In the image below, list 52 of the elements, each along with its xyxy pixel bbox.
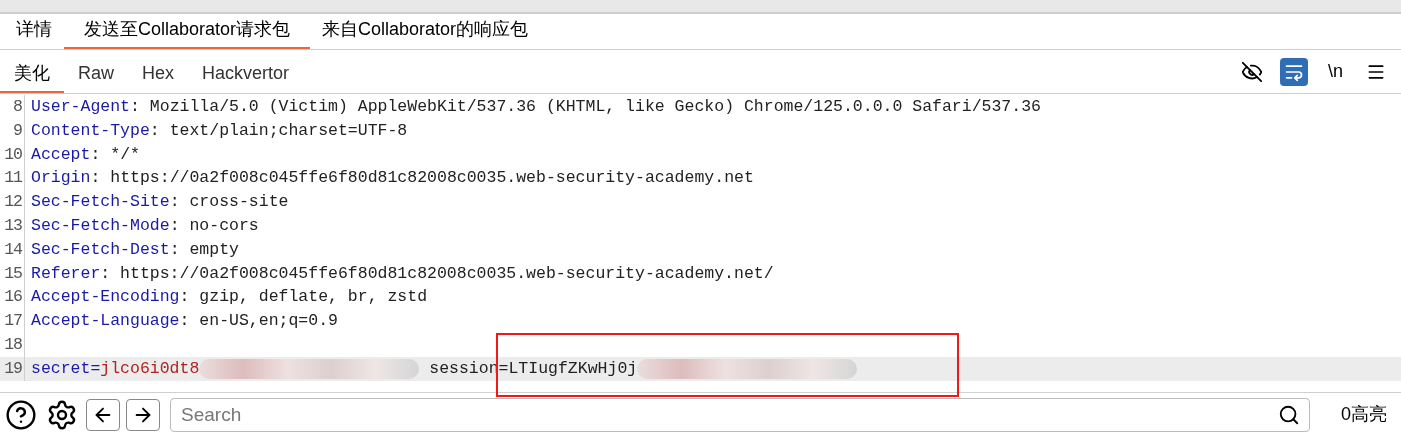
header-name: Accept-Language xyxy=(31,310,180,333)
header-value: : no-cors xyxy=(169,215,259,237)
header-value: : empty xyxy=(169,238,239,261)
back-button[interactable] xyxy=(86,398,120,431)
search-icon xyxy=(1278,403,1300,426)
line-number: 9 xyxy=(12,119,22,142)
header-name: Referer xyxy=(31,262,101,285)
view-tab[interactable]: Hex xyxy=(128,50,189,93)
help-icon xyxy=(5,398,37,431)
header-value: : https://0a2f008c045ffe6f80d81c82008c0035.web-security-academy.net xyxy=(90,167,754,190)
header-value: : https://0a2f008c045ffe6f80d81c82008c0035.web-security-academy.net/ xyxy=(100,262,774,285)
view-tab[interactable]: Raw xyxy=(64,50,128,93)
header-value: : gzip, deflate, br, zstd xyxy=(179,286,428,309)
help-button[interactable] xyxy=(4,397,38,432)
header-name: Sec-Fetch-Site xyxy=(31,191,170,214)
line-number: 12 xyxy=(3,191,22,214)
header-value: : cross-site xyxy=(169,191,289,214)
line-number: 13 xyxy=(3,215,22,237)
header-name: Sec-Fetch-Dest xyxy=(31,238,170,261)
newline-toggle[interactable]: \n xyxy=(1322,58,1349,85)
view-tab[interactable]: Hackvertor xyxy=(188,50,304,93)
message-tab[interactable]: 发送至Collaborator请求包 xyxy=(64,16,311,49)
wrap-toggle[interactable] xyxy=(1280,57,1308,86)
header-name: Origin xyxy=(31,167,91,190)
line-number: 18 xyxy=(3,333,22,356)
line-number: 10 xyxy=(3,143,22,166)
highlight-count: 0高亮 xyxy=(1341,403,1387,426)
forward-button[interactable] xyxy=(126,398,160,431)
header-value: : text/plain;charset=UTF-8 xyxy=(149,119,408,142)
eye-off-icon xyxy=(1241,60,1263,83)
line-number: 16 xyxy=(3,286,22,309)
header-value: : */* xyxy=(90,143,140,166)
header-name: User-Agent xyxy=(31,96,131,118)
header-name: Content-Type xyxy=(31,119,150,142)
header-name: Accept xyxy=(31,143,91,166)
header-value: : Mozilla/5.0 (Victim) AppleWebKit/537.36 (KHTML, like Gecko) Chrome/125.0.0.0 Safari/537.36 xyxy=(130,96,1041,118)
header-name: secret= xyxy=(31,357,101,380)
view-tab[interactable]: 美化 xyxy=(0,50,64,93)
parameter-value: jlco6i0dt8 xyxy=(100,357,200,380)
line-number: 15 xyxy=(3,262,22,285)
line-number: 14 xyxy=(3,238,22,261)
message-tab[interactable]: 来自Collaborator的响应包 xyxy=(310,16,541,49)
line-number: 17 xyxy=(3,310,22,333)
message-tab[interactable]: 详情 xyxy=(4,16,64,49)
header-value: : en-US,en;q=0.9 xyxy=(179,310,338,333)
line-number: 8 xyxy=(12,96,22,118)
line-number: 19 xyxy=(3,357,22,380)
header-name: Accept-Encoding xyxy=(31,286,180,309)
line-number: 11 xyxy=(3,167,22,190)
search-field[interactable]: Search xyxy=(170,397,1310,432)
settings-icon xyxy=(46,398,78,431)
header-name: Sec-Fetch-Mode xyxy=(31,215,170,237)
